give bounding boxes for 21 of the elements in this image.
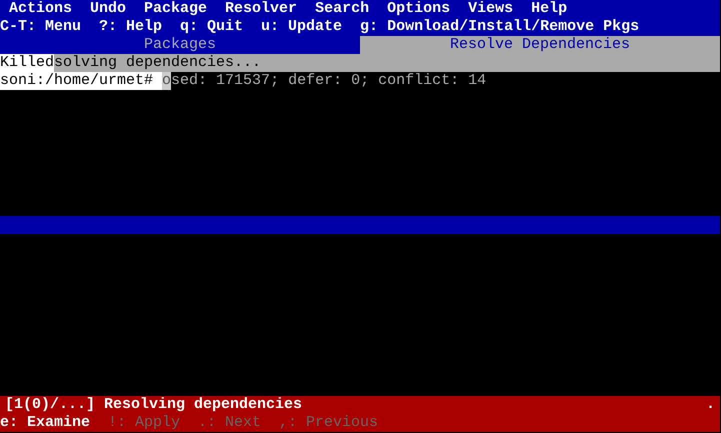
- key-hint: .: Next: [198, 414, 262, 432]
- menu-item[interactable]: Views: [468, 0, 514, 18]
- progress-text: sed: 171537; defer: 0; conflict: 14: [171, 72, 486, 90]
- menu-item[interactable]: Resolver: [225, 0, 298, 18]
- key-hints: C-T: Menu ?: Help q: Quit u: Update g: Download/Install/Remove Pkgs: [0, 18, 640, 36]
- key-hint[interactable]: e: Examine: [0, 414, 90, 432]
- status-message: [1(0)/...] Resolving dependencies: [5, 396, 302, 414]
- menu-item[interactable]: Actions: [9, 0, 72, 18]
- menu-item[interactable]: Help: [531, 0, 568, 18]
- shell-prompt: soni:/home/urmet#: [0, 72, 162, 90]
- key-hint: ,: Previous: [279, 414, 378, 432]
- menu-item[interactable]: Package: [144, 0, 208, 18]
- tab[interactable]: Resolve Dependencies: [360, 36, 720, 54]
- terminal-text: Killed: [0, 54, 54, 72]
- menu-item[interactable]: Search: [315, 0, 370, 18]
- menu-item[interactable]: Undo: [90, 0, 126, 18]
- status-message: solving dependencies...: [54, 54, 720, 72]
- menu-item[interactable]: Options: [387, 0, 450, 18]
- status-indicator: .: [706, 396, 715, 414]
- key-hint: !: Apply: [108, 414, 180, 432]
- cursor-block: o: [162, 72, 172, 90]
